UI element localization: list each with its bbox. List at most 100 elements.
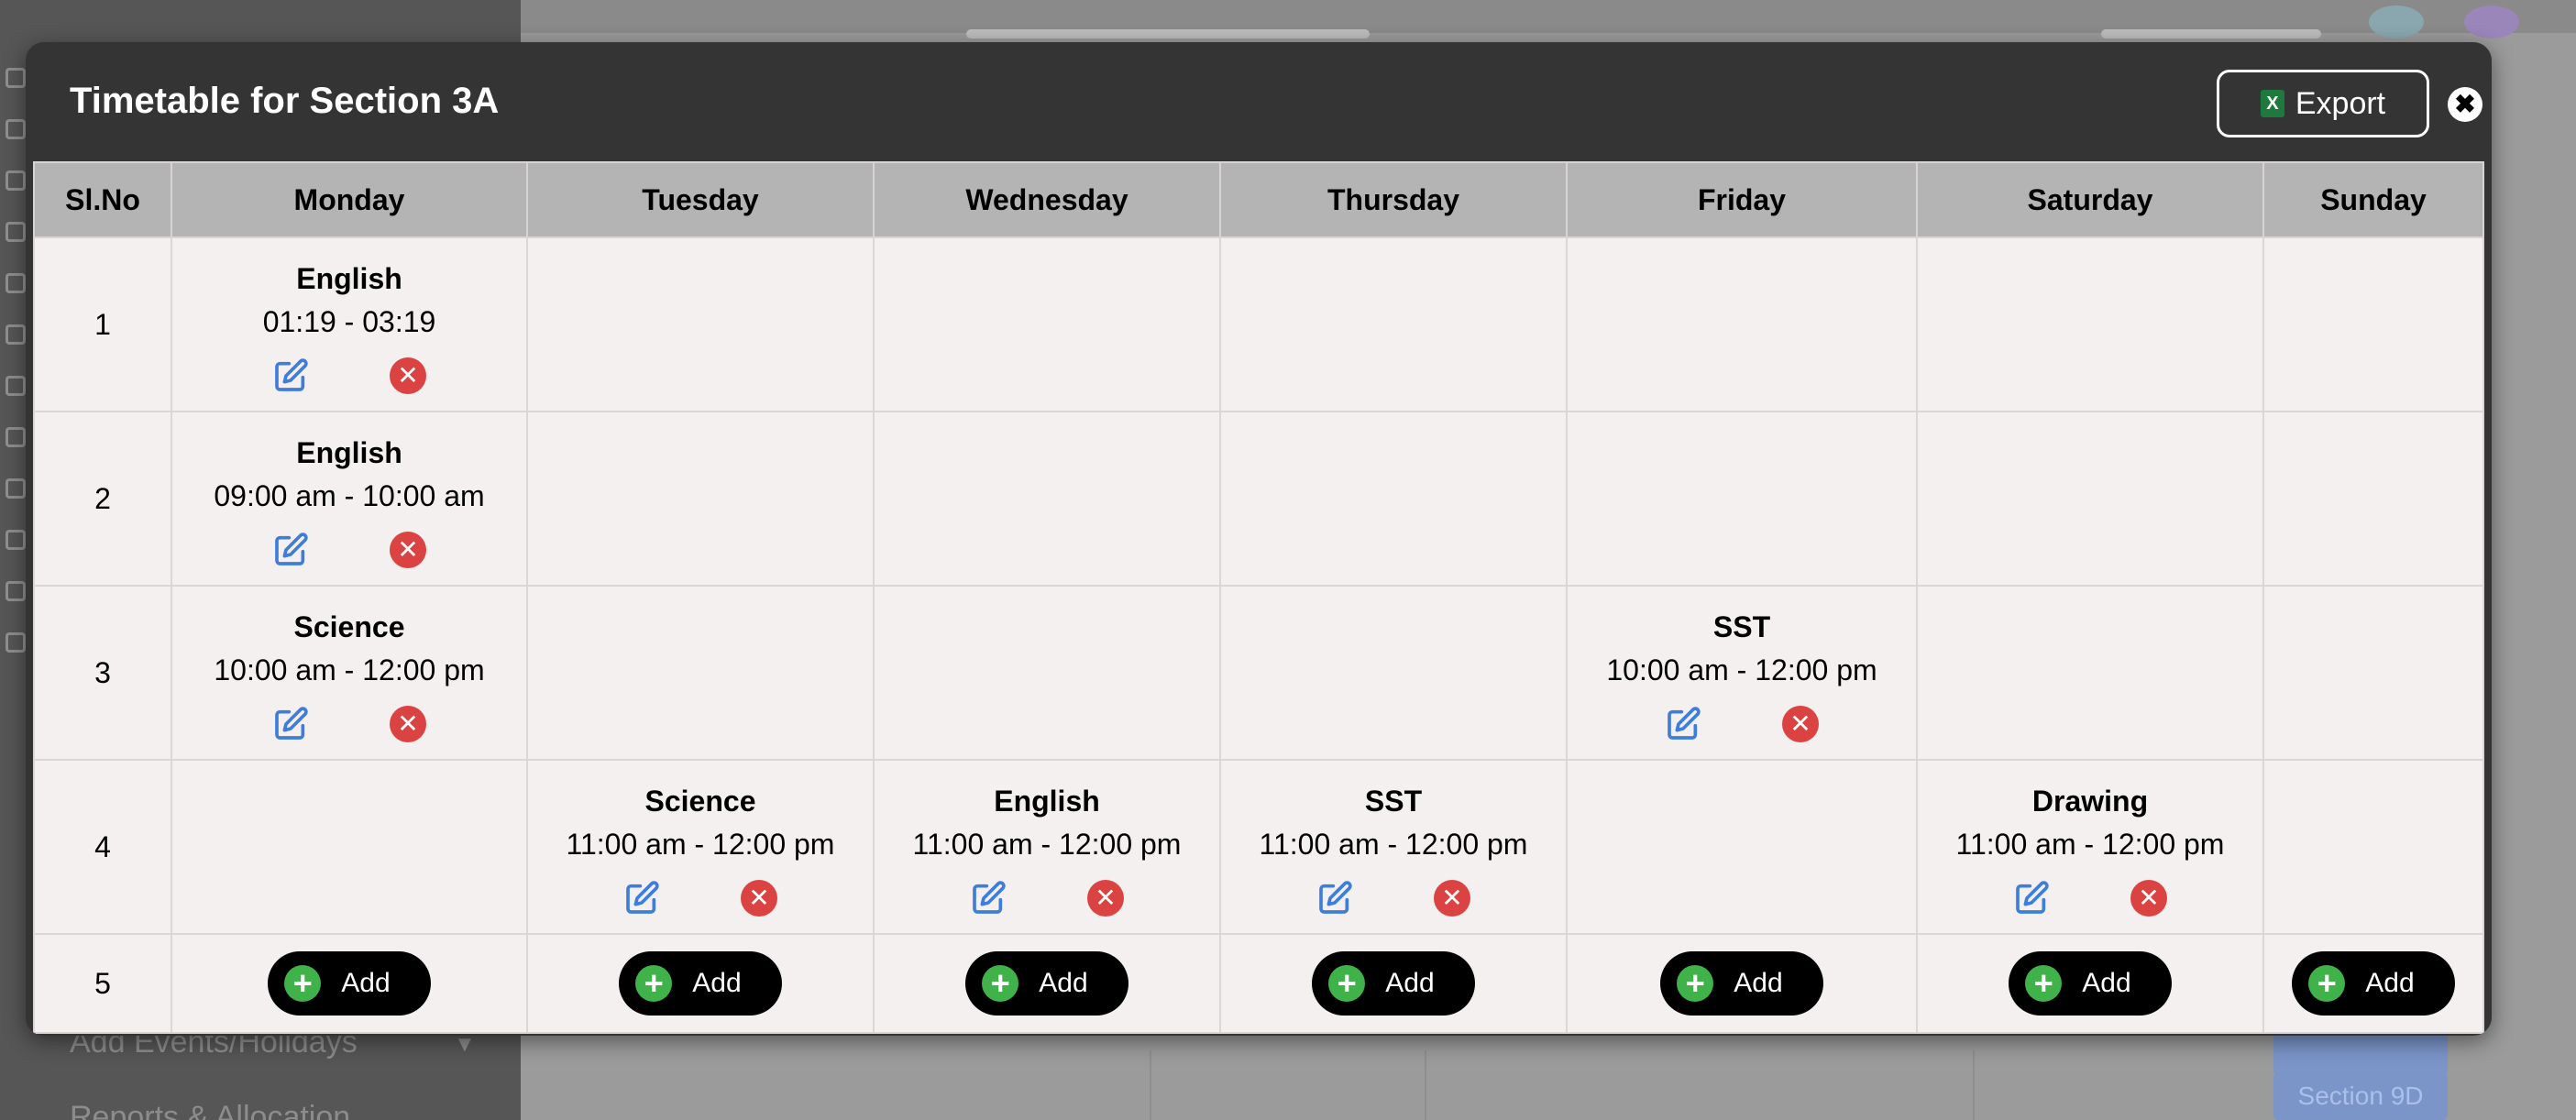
column-header: Wednesday <box>873 161 1221 238</box>
period-entry: SST 11:00 am - 12:00 pm ✕ <box>1221 761 1566 917</box>
subject-name: Science <box>644 785 756 818</box>
subject-name: Drawing <box>2031 785 2149 818</box>
period-actions: ✕ <box>1568 706 1916 742</box>
delete-icon[interactable]: ✕ <box>1782 706 1819 742</box>
timetable-cell <box>873 236 1221 412</box>
add-label: Add <box>341 968 391 998</box>
period-time: 01:19 - 03:19 <box>262 305 436 338</box>
column-header: Sunday <box>2262 161 2484 238</box>
background-avatar <box>2369 5 2424 38</box>
add-cell: + Add <box>873 933 1221 1034</box>
add-period-button[interactable]: + Add <box>2009 951 2172 1016</box>
background-grid-line <box>1150 1050 1151 1120</box>
delete-icon[interactable]: ✕ <box>390 706 426 742</box>
edit-icon[interactable] <box>272 357 309 394</box>
period-actions: ✕ <box>172 357 526 394</box>
export-label: Export <box>2295 85 2386 121</box>
period-time: 10:00 am - 12:00 pm <box>214 653 485 686</box>
add-label: Add <box>2082 968 2131 998</box>
timetable-cell <box>873 411 1221 587</box>
timetable-cell <box>1219 411 1568 587</box>
timetable-cell <box>1219 585 1568 761</box>
serial-number: 4 <box>33 759 172 935</box>
column-header: Thursday <box>1219 161 1568 238</box>
plus-icon: + <box>1328 965 1366 1002</box>
plus-icon: + <box>1677 965 1714 1002</box>
period-entry: Drawing 11:00 am - 12:00 pm ✕ <box>1918 761 2262 917</box>
timetable-cell <box>526 411 875 587</box>
delete-icon[interactable]: ✕ <box>1434 880 1470 917</box>
add-cell: + Add <box>1916 933 2264 1034</box>
subject-name: Science <box>293 610 405 643</box>
add-label: Add <box>1039 968 1088 998</box>
add-label: Add <box>1734 968 1783 998</box>
period-entry: SST 10:00 am - 12:00 pm ✕ <box>1568 587 1916 742</box>
timetable-cell: English 11:00 am - 12:00 pm ✕ <box>873 759 1221 935</box>
timetable-cell: Science 10:00 am - 12:00 pm ✕ <box>171 585 528 761</box>
delete-icon[interactable]: ✕ <box>390 357 426 394</box>
delete-icon[interactable]: ✕ <box>1087 880 1124 917</box>
period-entry: Science 10:00 am - 12:00 pm ✕ <box>172 587 526 742</box>
timetable-cell <box>1566 759 1918 935</box>
period-time: 11:00 am - 12:00 pm <box>566 828 835 861</box>
period-actions: ✕ <box>875 880 1219 917</box>
table-row: 3 Science 10:00 am - 12:00 pm ✕ SST 10:00 am … <box>33 585 2484 761</box>
edit-icon[interactable] <box>970 880 1007 917</box>
table-row: 4 Science 11:00 am - 12:00 pm ✕ English 11:00… <box>33 759 2484 935</box>
add-label: Add <box>692 968 742 998</box>
timetable-cell <box>1566 411 1918 587</box>
delete-icon[interactable]: ✕ <box>390 532 426 568</box>
edit-icon[interactable] <box>1665 706 1701 742</box>
edit-icon[interactable] <box>1316 880 1353 917</box>
background-avatar <box>2464 5 2519 38</box>
timetable-cell: SST 10:00 am - 12:00 pm ✕ <box>1566 585 1918 761</box>
export-button[interactable]: X Export <box>2217 70 2429 137</box>
add-row: 5 + Add + Add + Add + Add + Add + Add + Add <box>33 933 2484 1034</box>
serial-number: 5 <box>33 933 172 1034</box>
serial-number: 1 <box>33 236 172 412</box>
background-grid-line <box>1973 1050 1975 1120</box>
period-time: 11:00 am - 12:00 pm <box>912 828 1182 861</box>
excel-icon: X <box>2260 90 2284 117</box>
edit-icon[interactable] <box>2013 880 2050 917</box>
column-header: Sl.No <box>33 161 172 238</box>
chevron-down-icon: ▼ <box>454 1032 476 1057</box>
table-row: 1 English 01:19 - 03:19 ✕ <box>33 236 2484 412</box>
add-period-button[interactable]: + Add <box>965 951 1128 1016</box>
plus-icon: + <box>284 965 322 1002</box>
background-search-bar <box>966 29 1370 38</box>
delete-icon[interactable]: ✕ <box>2130 880 2167 917</box>
period-entry: Science 11:00 am - 12:00 pm ✕ <box>528 761 873 917</box>
delete-icon[interactable]: ✕ <box>741 880 777 917</box>
timetable-cell: English 09:00 am - 10:00 am ✕ <box>171 411 528 587</box>
timetable-cell: SST 11:00 am - 12:00 pm ✕ <box>1219 759 1568 935</box>
add-label: Add <box>1385 968 1435 998</box>
timetable-cell <box>2262 759 2484 935</box>
column-header: Saturday <box>1916 161 2264 238</box>
plus-icon: + <box>2308 965 2346 1002</box>
add-period-button[interactable]: + Add <box>2292 951 2455 1016</box>
timetable-cell <box>1916 585 2264 761</box>
edit-icon[interactable] <box>272 532 309 568</box>
period-actions: ✕ <box>1918 880 2262 917</box>
edit-icon[interactable] <box>623 880 660 917</box>
add-period-button[interactable]: + Add <box>268 951 431 1016</box>
add-period-button[interactable]: + Add <box>1660 951 1823 1016</box>
plus-icon: + <box>635 965 673 1002</box>
close-button[interactable]: ✖ <box>2448 87 2482 122</box>
add-cell: + Add <box>1219 933 1568 1034</box>
plus-icon: + <box>982 965 1019 1002</box>
edit-icon[interactable] <box>272 706 309 742</box>
period-time: 09:00 am - 10:00 am <box>214 479 485 512</box>
timetable-cell: English 01:19 - 03:19 ✕ <box>171 236 528 412</box>
timetable-modal: Timetable for Section 3A X Export ✖ Sl.N… <box>26 42 2492 1036</box>
timetable-cell <box>171 759 528 935</box>
background-grid-line <box>1425 1050 1426 1120</box>
modal-header: Timetable for Section 3A X Export ✖ <box>26 42 2492 161</box>
add-period-button[interactable]: + Add <box>1312 951 1475 1016</box>
timetable-cell <box>1566 236 1918 412</box>
period-actions: ✕ <box>172 532 526 568</box>
period-time: 10:00 am - 12:00 pm <box>1606 653 1877 686</box>
add-period-button[interactable]: + Add <box>619 951 782 1016</box>
timetable-cell <box>526 585 875 761</box>
